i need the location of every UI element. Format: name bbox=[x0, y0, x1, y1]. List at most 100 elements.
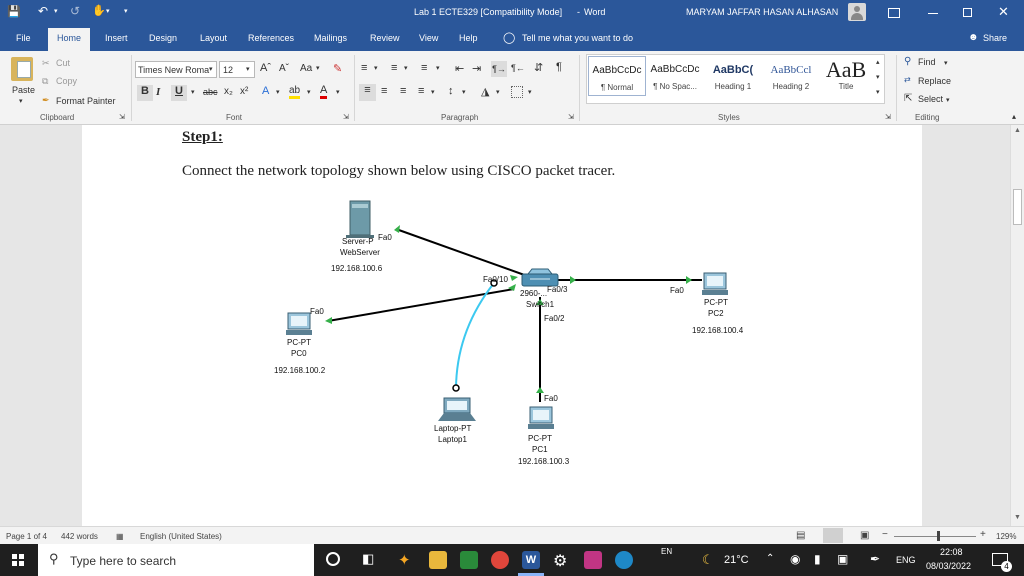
avatar[interactable] bbox=[848, 3, 866, 21]
zoom-level[interactable]: 129% bbox=[996, 532, 1016, 541]
tab-design[interactable]: Design bbox=[149, 33, 177, 43]
grow-font-icon[interactable]: Aˆ bbox=[260, 62, 271, 74]
numbering-dropdown-icon[interactable]: ▾ bbox=[404, 64, 408, 72]
minimize-icon[interactable] bbox=[928, 13, 938, 14]
style-heading-2[interactable]: AaBbCcl Heading 2 bbox=[762, 56, 820, 96]
weather-moon-icon[interactable]: ☾ bbox=[702, 552, 714, 568]
shrink-font-icon[interactable]: Aˇ bbox=[279, 63, 289, 74]
numbering-icon[interactable]: ≡ bbox=[391, 62, 397, 74]
text-effects-icon[interactable]: A bbox=[262, 85, 269, 97]
redo-icon[interactable]: ↺ bbox=[70, 4, 80, 18]
borders-icon[interactable] bbox=[511, 86, 523, 98]
zoom-slider[interactable] bbox=[894, 536, 976, 537]
tell-me-search[interactable]: Tell me what you want to do bbox=[522, 33, 633, 43]
chrome-icon[interactable] bbox=[491, 551, 509, 569]
tab-insert[interactable]: Insert bbox=[105, 33, 128, 43]
tab-view[interactable]: View bbox=[419, 33, 438, 43]
style-no-spacing[interactable]: AaBbCcDc ¶ No Spac... bbox=[646, 56, 704, 96]
change-case-dropdown-icon[interactable]: ▾ bbox=[316, 64, 320, 72]
decrease-indent-icon[interactable]: ⇤ bbox=[455, 62, 464, 75]
touch-mode-icon[interactable]: ✋ bbox=[92, 4, 106, 17]
shading-icon[interactable]: ◮ bbox=[481, 85, 489, 98]
undo-dropdown-icon[interactable]: ▾ bbox=[54, 7, 58, 15]
edge-icon[interactable] bbox=[615, 551, 633, 569]
paragraph-launcher-icon[interactable]: ⇲ bbox=[568, 113, 574, 121]
italic-icon[interactable]: I bbox=[156, 86, 160, 98]
clock-date[interactable]: 08/03/2022 bbox=[926, 561, 971, 571]
tab-mailings[interactable]: Mailings bbox=[314, 33, 347, 43]
style-heading-1[interactable]: AaBbC( Heading 1 bbox=[704, 56, 762, 96]
find-dropdown-icon[interactable]: ▾ bbox=[944, 59, 948, 67]
sort-icon[interactable]: ⇵ bbox=[534, 61, 543, 74]
zoom-in-icon[interactable]: + bbox=[980, 529, 986, 540]
multilevel-dropdown-icon[interactable]: ▾ bbox=[436, 64, 440, 72]
share-button[interactable]: Share bbox=[983, 33, 1007, 43]
taskbar-search-box[interactable]: ⚲ Type here to search bbox=[38, 544, 314, 576]
customize-qat-icon[interactable]: ▾ bbox=[124, 7, 128, 15]
word-app-icon[interactable]: W bbox=[522, 551, 540, 569]
rtl-icon[interactable]: ¶← bbox=[511, 63, 525, 73]
multilevel-list-icon[interactable]: ≡ bbox=[421, 62, 427, 74]
styles-more-icon[interactable]: ▾ bbox=[876, 88, 880, 96]
align-left-icon[interactable]: ≡ bbox=[359, 84, 376, 101]
document-page[interactable]: Step1: Connect the network topology show… bbox=[82, 125, 922, 526]
bullets-dropdown-icon[interactable]: ▾ bbox=[374, 64, 378, 72]
touch-dropdown-icon[interactable]: ▾ bbox=[106, 7, 110, 15]
paste-dropdown-icon[interactable]: ▾ bbox=[19, 97, 23, 105]
font-launcher-icon[interactable]: ⇲ bbox=[343, 113, 349, 121]
borders-dropdown-icon[interactable]: ▾ bbox=[528, 88, 532, 96]
read-mode-icon[interactable]: ▤ bbox=[796, 530, 805, 541]
styles-scroll-down-icon[interactable]: ▾ bbox=[876, 73, 880, 81]
show-formatting-icon[interactable]: ¶ bbox=[556, 61, 562, 73]
ime-indicator[interactable]: EN bbox=[661, 547, 672, 556]
style-normal[interactable]: AaBbCcDc ¶ Normal bbox=[588, 56, 646, 96]
network-icon[interactable]: ▣ bbox=[837, 552, 848, 566]
tab-review[interactable]: Review bbox=[370, 33, 400, 43]
ltr-icon[interactable]: ¶→ bbox=[491, 61, 507, 77]
user-name[interactable]: MARYAM JAFFAR HASAN ALHASAN bbox=[686, 7, 838, 17]
ribbon-display-options-icon[interactable] bbox=[888, 8, 900, 18]
text-effects-dropdown-icon[interactable]: ▾ bbox=[276, 88, 280, 96]
align-center-icon[interactable]: ≡ bbox=[381, 85, 387, 97]
tab-layout[interactable]: Layout bbox=[200, 33, 227, 43]
language-switcher[interactable]: ENG bbox=[896, 555, 916, 565]
instagram-icon[interactable] bbox=[584, 551, 602, 569]
line-spacing-icon[interactable]: ↕ bbox=[448, 85, 454, 97]
proofing-icon[interactable]: ▦ bbox=[116, 532, 124, 541]
select-button[interactable]: Select bbox=[918, 94, 943, 104]
scroll-up-icon[interactable]: ▲ bbox=[1014, 127, 1021, 134]
word-count[interactable]: 442 words bbox=[61, 532, 98, 541]
cortana-icon[interactable] bbox=[326, 552, 340, 566]
paste-icon[interactable] bbox=[11, 57, 33, 81]
replace-button[interactable]: Replace bbox=[918, 76, 951, 86]
undo-icon[interactable]: ↶ bbox=[38, 4, 48, 18]
collapse-ribbon-icon[interactable]: ▴ bbox=[1012, 112, 1016, 121]
underline-icon[interactable]: U bbox=[171, 85, 187, 101]
pen-icon[interactable]: ✒ bbox=[870, 552, 880, 566]
tab-home[interactable]: Home bbox=[48, 28, 91, 51]
web-layout-icon[interactable]: ▣ bbox=[860, 530, 869, 541]
page-count[interactable]: Page 1 of 4 bbox=[6, 532, 47, 541]
style-title[interactable]: AaB Title bbox=[820, 56, 872, 96]
vertical-scrollbar[interactable]: ▲ ▼ bbox=[1010, 125, 1024, 526]
font-color-dropdown-icon[interactable]: ▾ bbox=[336, 88, 340, 96]
select-dropdown-icon[interactable]: ▾ bbox=[946, 96, 950, 104]
highlight-dropdown-icon[interactable]: ▾ bbox=[307, 88, 311, 96]
highlight-icon[interactable]: ab bbox=[289, 85, 301, 99]
zoom-out-icon[interactable]: − bbox=[882, 529, 888, 540]
save-icon[interactable]: 💾 bbox=[7, 5, 21, 18]
task-view-icon[interactable]: ◧ bbox=[362, 551, 374, 567]
restore-icon[interactable] bbox=[963, 8, 972, 17]
tab-references[interactable]: References bbox=[248, 33, 294, 43]
shading-dropdown-icon[interactable]: ▾ bbox=[496, 88, 500, 96]
clear-formatting-icon[interactable]: ✎ bbox=[333, 62, 342, 75]
change-case-button[interactable]: Aa bbox=[300, 63, 312, 74]
weather-temperature[interactable]: 21°C bbox=[724, 554, 749, 566]
zoom-slider-thumb[interactable] bbox=[937, 531, 940, 541]
strikethrough-icon[interactable]: abc bbox=[203, 87, 218, 97]
font-name-select[interactable]: Times New Roma ▾ bbox=[135, 61, 217, 78]
align-right-icon[interactable]: ≡ bbox=[400, 85, 406, 97]
app-launcher-icon[interactable]: ✦ bbox=[398, 551, 416, 569]
superscript-icon[interactable]: x² bbox=[240, 86, 248, 97]
styles-scroll-up-icon[interactable]: ▴ bbox=[876, 58, 880, 66]
